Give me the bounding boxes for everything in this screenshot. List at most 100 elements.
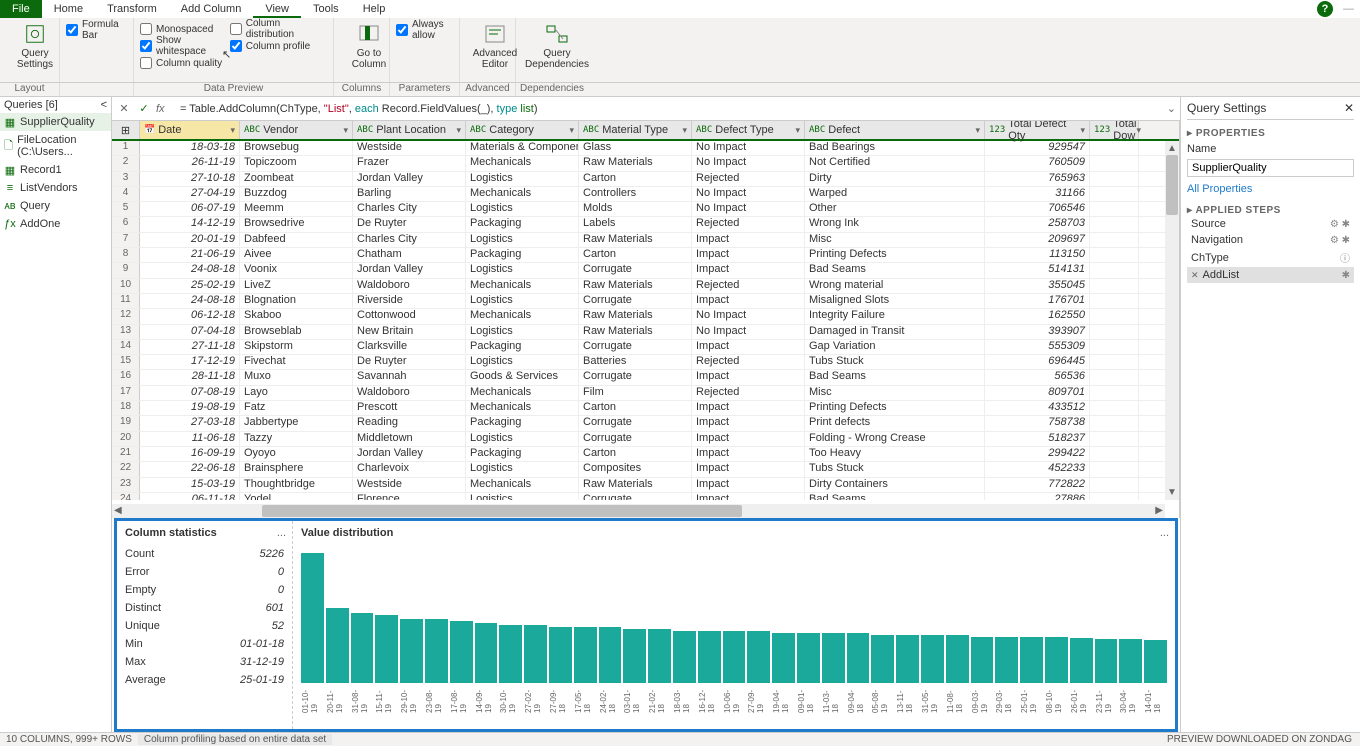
filter-icon[interactable]: ▾ xyxy=(975,125,980,136)
column-distribution-check[interactable]: Column distribution xyxy=(230,21,327,37)
table-row[interactable]: 924-08-18VoonixJordan ValleyLogisticsCor… xyxy=(112,263,1179,278)
table-row[interactable]: 821-06-19AiveeChathamPackagingCartonImpa… xyxy=(112,248,1179,263)
minimize-icon[interactable]: — xyxy=(1343,3,1354,15)
applied-step[interactable]: ChTypeⓘ xyxy=(1187,248,1354,267)
bar[interactable] xyxy=(747,631,770,683)
filter-icon[interactable]: ▾ xyxy=(795,125,800,136)
table-row[interactable]: 1206-12-18SkabooCottonwoodMechanicalsRaw… xyxy=(112,309,1179,324)
table-row[interactable]: 506-07-19MeemmCharles CityLogisticsMolds… xyxy=(112,202,1179,217)
table-row[interactable]: 1819-08-19FatzPrescottMechanicalsCartonI… xyxy=(112,401,1179,416)
menu-file[interactable]: File xyxy=(0,0,42,18)
rownum-header[interactable]: ⊞ xyxy=(112,121,140,139)
query-settings-button[interactable]: Query Settings xyxy=(6,20,64,70)
menu-home[interactable]: Home xyxy=(42,0,95,18)
bar[interactable] xyxy=(822,633,845,683)
always-allow-check[interactable]: Always allow xyxy=(396,22,453,38)
table-row[interactable]: 327-10-18ZoombeatJordan ValleyLogisticsC… xyxy=(112,172,1179,187)
table-row[interactable]: 1025-02-19LiveZWaldoboroMechanicalsRaw M… xyxy=(112,279,1179,294)
column-header[interactable]: 📅Date▾ xyxy=(140,121,240,139)
table-row[interactable]: 1707-08-19LayoWaldoboroMechanicalsFilmRe… xyxy=(112,386,1179,401)
bar[interactable] xyxy=(772,633,795,683)
column-quality-check[interactable]: Column quality xyxy=(140,55,228,71)
table-row[interactable]: 2222-06-18BrainsphereCharlevoixLogistics… xyxy=(112,462,1179,477)
step-star-icon[interactable]: ✱ xyxy=(1342,270,1350,281)
bar[interactable] xyxy=(1020,637,1043,683)
show-whitespace-check[interactable]: Show whitespace xyxy=(140,38,228,54)
bar[interactable] xyxy=(946,635,969,683)
bar[interactable] xyxy=(425,619,448,683)
filter-icon[interactable]: ▾ xyxy=(456,125,461,136)
scroll-down-icon[interactable]: ▼ xyxy=(1167,487,1177,498)
stats-more-icon[interactable]: ... xyxy=(277,527,286,539)
accept-icon[interactable]: ✓ xyxy=(136,102,152,115)
applied-step[interactable]: ✕AddList✱ xyxy=(1187,267,1354,283)
bar[interactable] xyxy=(400,619,423,683)
query-item[interactable]: ≡ListVendors xyxy=(0,179,111,197)
help-icon[interactable]: ? xyxy=(1317,1,1333,17)
bar[interactable] xyxy=(648,629,671,683)
table-row[interactable]: 1427-11-18SkipstormClarksvillePackagingC… xyxy=(112,340,1179,355)
menu-add-column[interactable]: Add Column xyxy=(169,0,254,18)
fx-icon[interactable]: fx xyxy=(156,103,176,115)
column-header[interactable]: ABCPlant Location▾ xyxy=(353,121,466,139)
bar[interactable] xyxy=(1095,639,1118,683)
applied-step[interactable]: Source⚙ ✱ xyxy=(1187,216,1354,232)
column-header[interactable]: ABCDefect Type▾ xyxy=(692,121,805,139)
bar[interactable] xyxy=(896,635,919,683)
cancel-icon[interactable]: ✕ xyxy=(116,102,132,115)
bar[interactable] xyxy=(995,637,1018,683)
bar[interactable] xyxy=(524,625,547,683)
filter-icon[interactable]: ▾ xyxy=(569,125,574,136)
bar[interactable] xyxy=(971,637,994,683)
close-settings-icon[interactable]: ✕ xyxy=(1344,101,1354,115)
bar[interactable] xyxy=(1070,638,1093,683)
table-row[interactable]: 427-04-19BuzzdogBarlingMechanicalsContro… xyxy=(112,187,1179,202)
table-row[interactable]: 1517-12-19FivechatDe RuyterLogisticsBatt… xyxy=(112,355,1179,370)
filter-icon[interactable]: ▾ xyxy=(1080,125,1085,136)
scroll-right-icon[interactable]: ▶ xyxy=(1155,505,1163,516)
bar[interactable] xyxy=(797,633,820,683)
column-header[interactable]: ABCMaterial Type▾ xyxy=(579,121,692,139)
filter-icon[interactable]: ▾ xyxy=(682,125,687,136)
status-mid[interactable]: Column profiling based on entire data se… xyxy=(138,734,332,745)
filter-icon[interactable]: ▾ xyxy=(230,125,235,136)
formula-bar-check[interactable]: Formula Bar xyxy=(66,22,127,38)
bar[interactable] xyxy=(1119,639,1142,683)
step-settings-icon[interactable]: ⚙ ✱ xyxy=(1330,219,1350,230)
filter-icon[interactable]: ▾ xyxy=(343,125,348,136)
bar[interactable] xyxy=(1144,640,1167,683)
bar[interactable] xyxy=(375,615,398,683)
bar[interactable] xyxy=(871,635,894,683)
delete-step-icon[interactable]: ✕ xyxy=(1191,270,1199,281)
bar[interactable] xyxy=(326,608,349,683)
table-row[interactable]: 720-01-19DabfeedCharles CityLogisticsRaw… xyxy=(112,233,1179,248)
scroll-up-icon[interactable]: ▲ xyxy=(1167,143,1177,154)
menu-view[interactable]: View xyxy=(253,0,301,18)
query-dependencies-button[interactable]: Query Dependencies xyxy=(522,20,592,70)
bar[interactable] xyxy=(723,631,746,683)
menu-transform[interactable]: Transform xyxy=(95,0,169,18)
horizontal-scrollbar[interactable]: ◀ ▶ xyxy=(112,504,1165,518)
bar[interactable] xyxy=(499,625,522,683)
dropdown-icon[interactable]: ⌄ xyxy=(1167,102,1176,115)
query-item[interactable]: 🗋FileLocation (C:\Users... xyxy=(0,131,111,161)
properties-section[interactable]: PROPERTIES xyxy=(1187,128,1354,139)
bar[interactable] xyxy=(623,629,646,683)
query-item[interactable]: ᴀʙQuery xyxy=(0,197,111,215)
column-header[interactable]: 123Total Defect Qty▾ xyxy=(985,121,1090,139)
all-properties-link[interactable]: All Properties xyxy=(1187,183,1354,195)
bar[interactable] xyxy=(351,613,374,683)
scroll-left-icon[interactable]: ◀ xyxy=(114,505,122,516)
bar[interactable] xyxy=(698,631,721,683)
table-row[interactable]: 2315-03-19ThoughtbridgeWestsideMechanica… xyxy=(112,478,1179,493)
query-item[interactable]: ▦SupplierQuality xyxy=(0,113,111,131)
menu-help[interactable]: Help xyxy=(351,0,398,18)
step-info-icon[interactable]: ⓘ xyxy=(1340,250,1350,265)
column-header[interactable]: ABCVendor▾ xyxy=(240,121,353,139)
bar[interactable] xyxy=(450,621,473,683)
bar[interactable] xyxy=(475,623,498,683)
table-row[interactable]: 1927-03-18JabbertypeReadingPackagingCorr… xyxy=(112,416,1179,431)
table-row[interactable]: 1124-08-18BlognationRiversideLogisticsCo… xyxy=(112,294,1179,309)
table-row[interactable]: 1307-04-18BrowseblabNew BritainLogistics… xyxy=(112,325,1179,340)
table-row[interactable]: 2116-09-19OyoyoJordan ValleyPackagingCar… xyxy=(112,447,1179,462)
